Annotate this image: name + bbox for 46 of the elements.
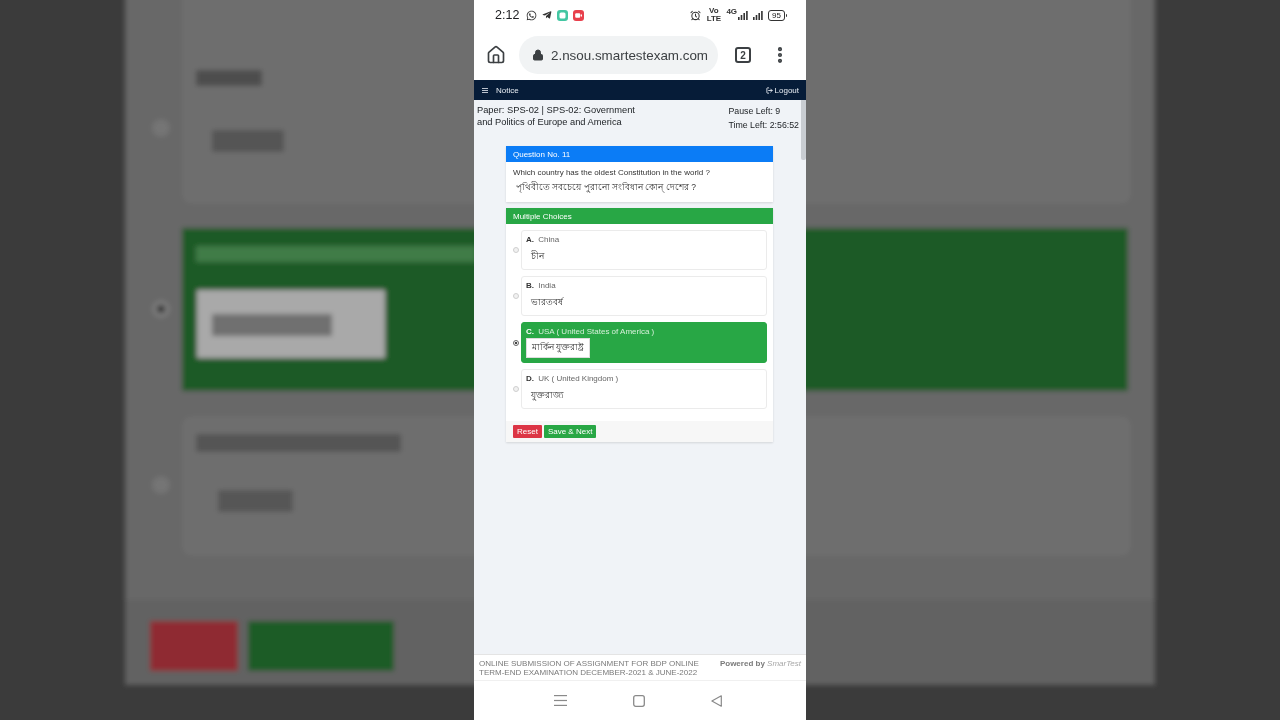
option-label: B. India — [526, 281, 556, 290]
square-icon[interactable] — [633, 694, 645, 707]
option-card[interactable]: A. China চীন — [521, 230, 767, 270]
exam-notice-text: ONLINE SUBMISSION OF ASSIGNMENT FOR BDP ONLINE TERM-END EXAMINATION DECEMBER-2021 & JUNE-2022 — [479, 659, 700, 677]
clock-time: 2:12 — [495, 8, 520, 22]
option-answer: মার্কিন যুক্তরাষ্ট্র — [526, 338, 591, 358]
reset-button[interactable]: Reset — [513, 425, 542, 438]
question-number-header: Question No. 11 — [506, 146, 773, 162]
option-label: D. UK ( United Kingdom ) — [526, 374, 619, 383]
chat-bubble-icon — [526, 9, 538, 21]
battery-indicator: 95 — [768, 9, 785, 21]
time-left-label: Time Left: 2:56:52 — [728, 119, 799, 132]
lines-icon[interactable] — [554, 695, 567, 706]
question-text: Which country has the oldest Constitution in the world ? — [513, 168, 711, 177]
camera-tile-icon — [573, 9, 585, 21]
signal-bars-icon — [738, 10, 749, 20]
app-tile-icon — [557, 9, 569, 21]
home-icon[interactable] — [486, 45, 506, 65]
signal-bars-icon — [753, 10, 764, 20]
choices-header: Multiple Choices — [506, 208, 773, 224]
paper-plane-icon — [542, 10, 553, 20]
option-card[interactable]: D. UK ( United Kingdom ) যুক্তরাজ্য — [521, 369, 767, 409]
back-icon[interactable] — [711, 694, 722, 707]
notice-link[interactable]: Notice — [496, 85, 519, 95]
powered-by-text: Powered by SmarTest — [719, 659, 801, 668]
scrollbar — [801, 100, 806, 160]
option-answer: যুক্তরাজ্য — [531, 389, 564, 403]
logout-icon — [765, 86, 773, 94]
address-bar[interactable]: 2.nsou.smartestexam.com — [519, 36, 718, 74]
tab-switcher-button[interactable]: 2 — [735, 47, 751, 63]
option-answer: ভারতবর্ষ — [531, 296, 563, 309]
paper-title: Paper: SPS-02 | SPS-02: Government and Politics of Europe and America — [477, 105, 636, 129]
radio-button[interactable] — [513, 339, 519, 346]
logout-link[interactable]: Logout — [765, 85, 799, 95]
option-card[interactable]: C. USA ( United States of America ) মার্কিন যুক্তরাষ্ট্র — [521, 322, 767, 363]
option-answer: চীন — [531, 250, 544, 263]
alarm-clock-icon — [690, 9, 702, 21]
question-translation: পৃথিবীতে সবচেয়ে পুরানো সংবিধান কোন্ দেশের ? — [515, 181, 697, 195]
menu-icon[interactable] — [482, 87, 488, 93]
option-card[interactable]: B. India ভারতবর্ষ — [521, 276, 767, 316]
lock-icon — [532, 49, 544, 61]
option-label: C. USA ( United States of America ) — [526, 327, 655, 336]
option-label: A. China — [526, 235, 560, 244]
pause-left-label: Pause Left: 9 — [728, 105, 782, 118]
volte-label: Vo LTE — [706, 7, 722, 23]
network-type-label: 4G — [726, 7, 738, 16]
